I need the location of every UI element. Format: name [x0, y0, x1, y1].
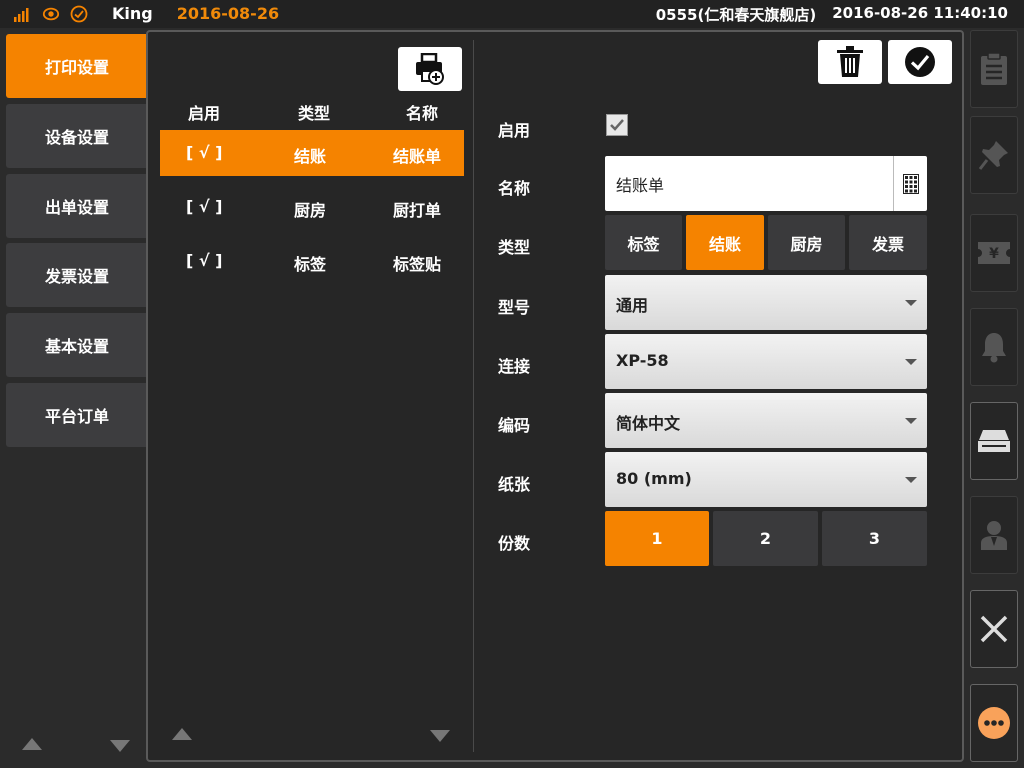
paper-select[interactable]: 80 (mm)	[605, 452, 927, 507]
trash-icon	[837, 46, 863, 77]
more-button[interactable]	[970, 684, 1018, 762]
menu-basic-settings[interactable]: 基本设置	[6, 313, 148, 377]
chevron-down-icon	[905, 359, 917, 365]
store-name: 0555(仁和春天旗舰店)	[655, 6, 817, 24]
label-name: 名称	[498, 179, 531, 198]
model-select[interactable]: 通用	[605, 275, 927, 330]
menu-invoice-settings[interactable]: 发票设置	[6, 243, 148, 307]
checkmark-icon	[610, 119, 624, 131]
close-button[interactable]	[970, 590, 1018, 668]
keypad-icon	[902, 173, 919, 194]
user-name: King	[112, 4, 153, 23]
row-name: 结账单	[393, 147, 442, 166]
paper-value: 80 (mm)	[616, 469, 692, 488]
check-circle-icon	[70, 5, 88, 23]
coupon-button[interactable]: ¥	[970, 214, 1018, 292]
connection-value: XP-58	[616, 351, 669, 370]
pin-button[interactable]	[970, 116, 1018, 194]
add-printer-button[interactable]	[398, 47, 462, 91]
label-enabled: 启用	[498, 121, 531, 140]
header-type: 类型	[298, 104, 331, 123]
orders-button[interactable]	[970, 30, 1018, 108]
check-circle-icon	[905, 47, 935, 77]
row-enabled: [ √ ]	[186, 143, 223, 162]
list-scroll-down-icon[interactable]	[430, 730, 450, 742]
row-enabled: [ √ ]	[186, 251, 223, 270]
row-name: 标签贴	[393, 255, 442, 274]
sync-icon	[42, 5, 60, 23]
notification-button[interactable]	[970, 308, 1018, 386]
yen-ticket-icon: ¥	[978, 242, 1010, 264]
row-type: 标签	[294, 255, 327, 274]
label-copies: 份数	[498, 534, 531, 553]
menu-scroll-up-icon[interactable]	[22, 738, 42, 750]
enabled-checkbox[interactable]	[606, 114, 628, 136]
menu-platform-orders[interactable]: 平台订单	[6, 383, 148, 447]
encoding-value: 简体中文	[616, 414, 681, 433]
menu-print-settings[interactable]: 打印设置	[6, 34, 148, 98]
copies-option-1[interactable]: 1	[605, 511, 709, 566]
type-option-kitchen[interactable]: 厨房	[768, 215, 845, 270]
settings-menu: 打印设置 设备设置 出单设置 发票设置 基本设置 平台订单	[0, 28, 148, 768]
row-type: 结账	[294, 147, 327, 166]
copies-option-2[interactable]: 2	[713, 511, 818, 566]
chevron-down-icon	[905, 477, 917, 483]
printer-row[interactable]: [ √ ] 厨房 厨打单	[160, 184, 464, 230]
label-model: 型号	[498, 298, 531, 317]
signal-bars-icon	[14, 5, 32, 23]
user-icon	[981, 521, 1007, 550]
cash-drawer-icon	[978, 430, 1010, 452]
status-bar: King 2016-08-26 0555(仁和春天旗舰店) 2016-08-26…	[0, 0, 1024, 28]
label-connection: 连接	[498, 357, 531, 376]
menu-device-settings[interactable]: 设备设置	[6, 104, 148, 168]
type-option-checkout[interactable]: 结账	[686, 215, 764, 270]
menu-scroll-down-icon[interactable]	[110, 740, 130, 752]
clipboard-icon	[981, 52, 1007, 85]
row-enabled: [ √ ]	[186, 197, 223, 216]
member-button[interactable]	[970, 496, 1018, 574]
header-name: 名称	[406, 104, 439, 123]
list-scroll-up-icon[interactable]	[172, 728, 192, 740]
printer-row[interactable]: [ √ ] 结账 结账单	[160, 130, 464, 176]
keypad-button[interactable]	[893, 156, 927, 211]
svg-text:¥: ¥	[989, 246, 999, 262]
type-option-label[interactable]: 标签	[605, 215, 682, 270]
label-paper: 纸张	[498, 475, 531, 494]
connection-select[interactable]: XP-58	[605, 334, 927, 389]
name-field	[605, 156, 927, 211]
copies-option-3[interactable]: 3	[822, 511, 927, 566]
model-value: 通用	[616, 296, 649, 315]
printer-settings-panel: 启用 类型 名称 [ √ ] 结账 结账单 [ √ ] 厨房 厨打单 [ √ ]…	[146, 30, 964, 762]
chevron-down-icon	[905, 300, 917, 306]
cash-drawer-button[interactable]	[970, 402, 1018, 480]
chevron-down-icon	[905, 418, 917, 424]
confirm-button[interactable]	[888, 40, 952, 84]
name-input[interactable]	[605, 156, 891, 211]
panel-divider	[473, 40, 474, 752]
add-printer-icon	[416, 53, 444, 85]
close-icon	[980, 615, 1008, 643]
menu-receipt-settings[interactable]: 出单设置	[6, 174, 148, 238]
more-icon	[978, 707, 1010, 739]
printer-row[interactable]: [ √ ] 标签 标签贴	[160, 238, 464, 284]
type-option-invoice[interactable]: 发票	[849, 215, 927, 270]
bell-icon	[982, 333, 1006, 363]
label-type: 类型	[498, 238, 531, 257]
row-name: 厨打单	[393, 201, 442, 220]
row-type: 厨房	[294, 201, 327, 220]
delete-button[interactable]	[818, 40, 882, 84]
pin-icon	[978, 141, 1008, 170]
business-date: 2016-08-26	[176, 4, 280, 23]
label-encoding: 编码	[498, 416, 531, 435]
header-enabled: 启用	[188, 104, 221, 123]
encoding-select[interactable]: 简体中文	[605, 393, 927, 448]
current-datetime: 2016-08-26 11:40:10	[832, 4, 1008, 22]
